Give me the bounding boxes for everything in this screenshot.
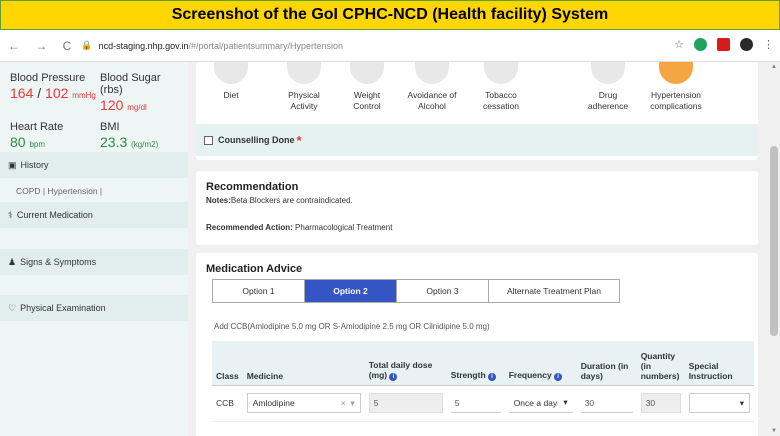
- lifestyle-item-drug[interactable]: Drug adherence: [580, 62, 636, 112]
- bp-value: 164 / 102 mmHg: [10, 85, 96, 101]
- patient-sidebar: Blood Pressure 164 / 102 mmHg Blood Suga…: [0, 62, 188, 436]
- profile-avatar[interactable]: [740, 38, 753, 51]
- col-quantity: Quantity (in numbers): [636, 341, 685, 386]
- instruction-select[interactable]: ▾: [688, 393, 750, 413]
- lock-icon: 🔒: [81, 40, 93, 50]
- quantity-input[interactable]: 30: [640, 393, 681, 413]
- lifestyle-item-diet[interactable]: Diet: [206, 62, 256, 101]
- diet-icon: [214, 62, 248, 84]
- bmi-label: BMI: [100, 121, 120, 133]
- hr-label: Heart Rate: [10, 121, 64, 133]
- table-header-row: Class Medicine Total daily dose (mg) i S…: [212, 341, 754, 386]
- main-content: Diet Physical Activity Weight Control Av…: [188, 62, 768, 436]
- col-duration: Duration (in days): [576, 341, 637, 386]
- signs-symptoms-header[interactable]: ♟ Signs & Symptoms: [0, 249, 188, 275]
- scroll-down-icon[interactable]: ▼: [771, 428, 777, 434]
- nav-buttons[interactable]: ← → C: [8, 39, 77, 53]
- col-class: Class: [212, 341, 243, 386]
- weight-icon: [350, 62, 384, 84]
- cell-strength: 5: [446, 385, 505, 422]
- lifestyle-item-activity[interactable]: Physical Activity: [276, 62, 332, 112]
- cell-duration: 30: [576, 385, 637, 422]
- col-strength: Strength i: [446, 341, 505, 386]
- scroll-up-icon[interactable]: ▲: [771, 64, 777, 70]
- cell-dose: 5: [364, 385, 447, 422]
- cell-quantity: 30: [636, 385, 685, 422]
- lifestyle-item-alcohol[interactable]: Avoidance of Alcohol: [404, 62, 460, 112]
- advice-text: Add CCB(Amlodipine 5.0 mg OR S-Amlodipin…: [214, 322, 490, 331]
- bp-label: Blood Pressure: [10, 72, 86, 84]
- frequency-select[interactable]: Once a day ▾: [508, 393, 573, 413]
- lifestyle-item-weight[interactable]: Weight Control: [342, 62, 392, 112]
- current-medication-header[interactable]: ⚕ Current Medication: [0, 202, 188, 228]
- history-header[interactable]: ▣ History: [0, 152, 188, 178]
- browser-menu-icon[interactable]: ⋮: [763, 38, 774, 51]
- lifestyle-item-complications[interactable]: Hypertension complications: [644, 62, 708, 112]
- lifestyle-card: Diet Physical Activity Weight Control Av…: [196, 62, 758, 160]
- alcohol-icon: [415, 62, 449, 84]
- strength-input[interactable]: 5: [450, 393, 501, 413]
- page-scrollbar[interactable]: ▲ ▼: [768, 62, 780, 436]
- extension-red-icon[interactable]: [717, 38, 730, 51]
- browser-actions: ☆ ⋮: [674, 38, 774, 51]
- history-body: COPD | Hypertension |: [0, 178, 188, 204]
- counselling-row[interactable]: Counselling Done *: [196, 124, 758, 156]
- tab-option-1[interactable]: Option 1: [213, 280, 305, 302]
- counselling-checkbox[interactable]: [204, 135, 213, 145]
- history-icon: ▣: [8, 159, 17, 170]
- banner-title: Screenshot of the GoI CPHC-NCD (Health f…: [171, 6, 609, 23]
- lifestyle-item-tobacco[interactable]: Tobacco cessation: [476, 62, 526, 112]
- medication-card: Medication Advice Option 1 Option 2 Opti…: [196, 253, 758, 436]
- activity-icon: [287, 62, 321, 84]
- address-bar[interactable]: 🔒 ncd-staging.nhp.gov.in/#/portal/patien…: [81, 40, 343, 51]
- bookmark-star-icon[interactable]: ☆: [674, 38, 684, 51]
- cell-instruction: ▾: [684, 385, 754, 422]
- cell-frequency: Once a day ▾: [504, 385, 577, 422]
- col-medicine: Medicine: [242, 341, 365, 386]
- cell-class: CCB: [212, 385, 243, 422]
- hr-value: 80 bpm: [10, 134, 46, 150]
- notes-line: Notes:Beta Blockers are contraindicated.: [206, 196, 353, 205]
- table-row: CCB Amlodipine × ▾ 5 5 Once a day ▾ 30 30 …: [212, 385, 754, 422]
- tab-option-2[interactable]: Option 2: [305, 280, 397, 302]
- sugar-label: Blood Sugar (rbs): [100, 72, 161, 96]
- extension-green-icon[interactable]: [694, 38, 707, 51]
- vitals-panel: Blood Pressure 164 / 102 mmHg Blood Suga…: [0, 62, 188, 152]
- tab-option-3[interactable]: Option 3: [397, 280, 489, 302]
- url-host: ncd-staging.nhp.gov.in: [98, 40, 189, 51]
- medication-table: Class Medicine Total daily dose (mg) i S…: [212, 341, 754, 422]
- person-icon: ♟: [8, 256, 17, 267]
- sugar-value: 120 mg/dl: [100, 97, 147, 113]
- pill-icon: ⚕: [8, 209, 13, 220]
- cell-medicine: Amlodipine × ▾: [242, 385, 365, 422]
- col-dose: Total daily dose (mg) i: [364, 341, 447, 386]
- screenshot-banner: Screenshot of the GoI CPHC-NCD (Health f…: [0, 0, 780, 30]
- info-icon: i: [488, 372, 497, 381]
- browser-bar: ← → C 🔒 ncd-staging.nhp.gov.in/#/portal/…: [0, 30, 780, 62]
- col-frequency: Frequency i: [504, 341, 577, 386]
- action-line: Recommended Action: Pharmacological Trea…: [206, 223, 393, 232]
- tobacco-icon: [484, 62, 518, 84]
- url-path: /#/portal/patientsummary/Hypertension: [188, 40, 344, 51]
- info-icon: i: [554, 372, 563, 381]
- bmi-value: 23.3 (kg/m2): [100, 134, 159, 150]
- complications-icon: [659, 62, 693, 84]
- dose-input[interactable]: 5: [368, 393, 443, 413]
- scrollbar-thumb[interactable]: [770, 146, 778, 336]
- medicine-select[interactable]: Amlodipine × ▾: [246, 393, 361, 413]
- physical-exam-header[interactable]: ♡ Physical Examination: [0, 295, 188, 321]
- stethoscope-icon: ♡: [8, 302, 17, 313]
- medication-title: Medication Advice: [206, 263, 303, 275]
- info-icon: i: [389, 372, 398, 381]
- recommendation-card: Recommendation Notes:Beta Blockers are c…: [196, 171, 758, 245]
- duration-input[interactable]: 30: [580, 393, 633, 413]
- col-instruction: Special Instruction: [684, 341, 754, 386]
- drug-icon: [591, 62, 625, 84]
- option-tabs: Option 1 Option 2 Option 3 Alternate Tre…: [212, 279, 620, 303]
- tab-alternate-plan[interactable]: Alternate Treatment Plan: [489, 280, 619, 302]
- required-marker: *: [296, 132, 302, 148]
- recommendation-title: Recommendation: [206, 181, 299, 193]
